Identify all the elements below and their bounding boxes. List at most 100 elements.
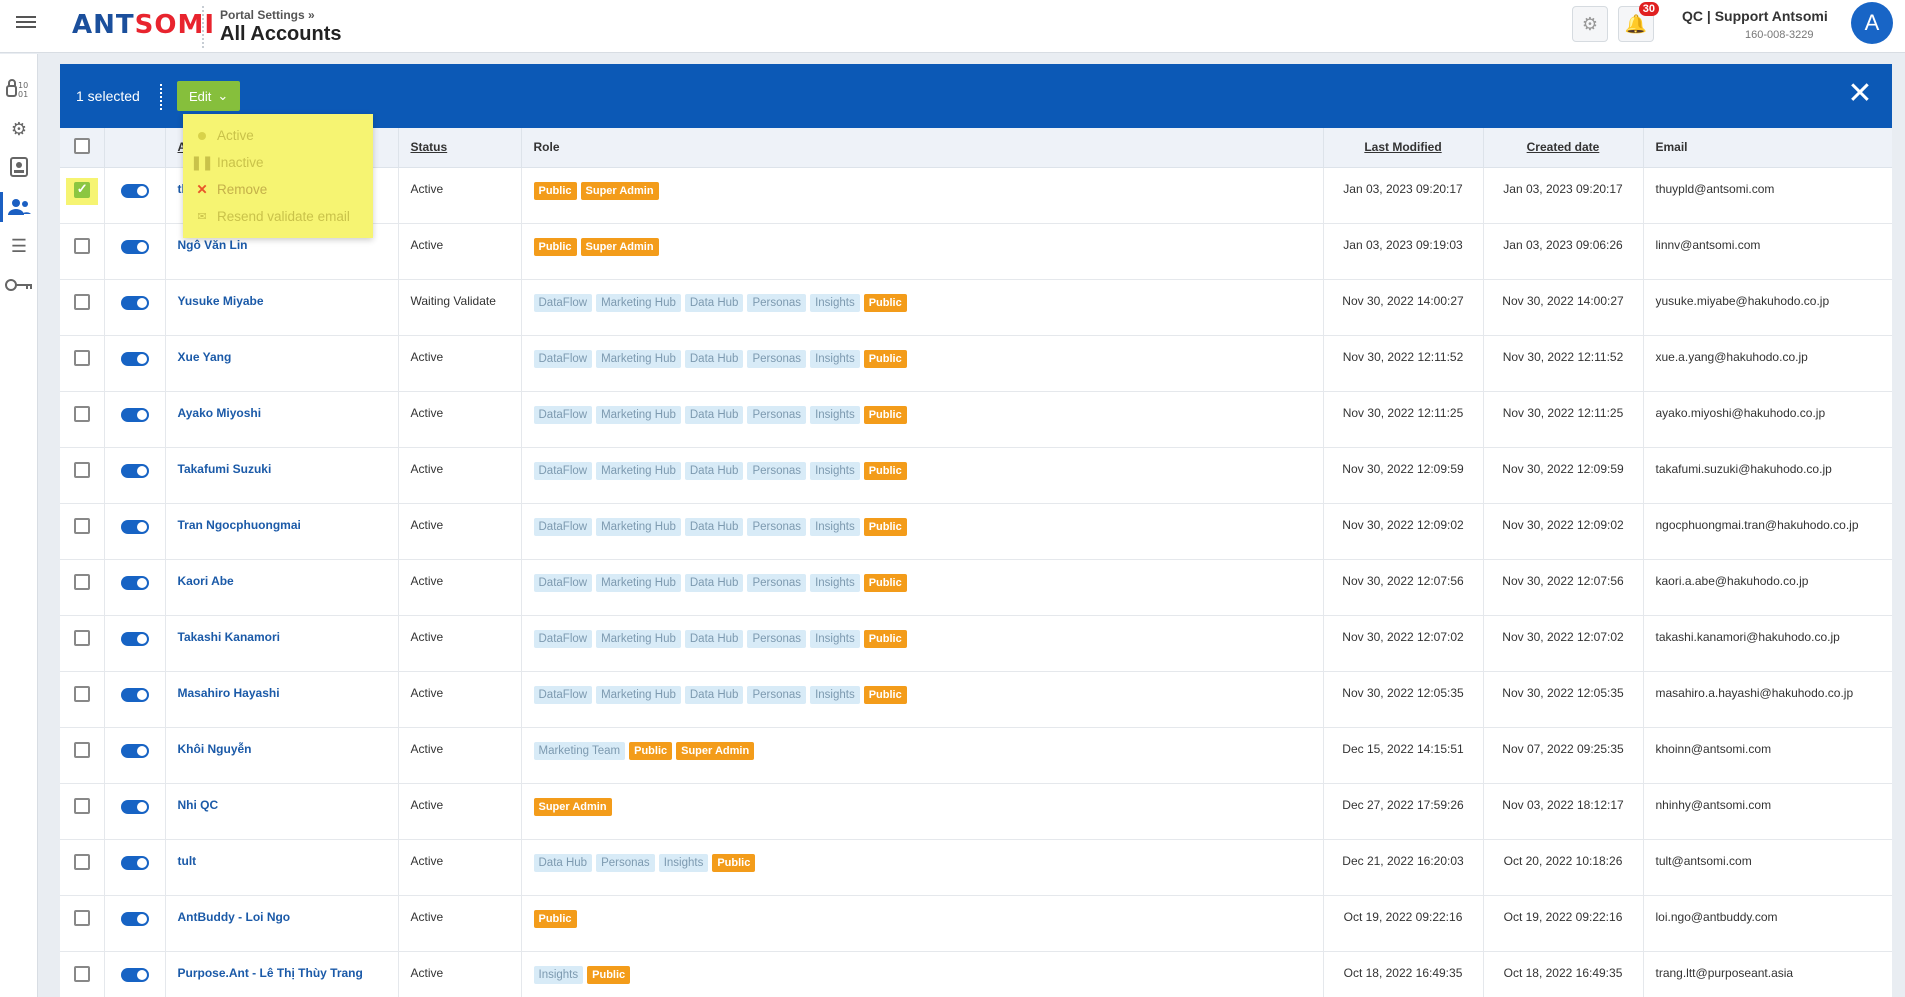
notification-badge: 30 — [1638, 2, 1659, 16]
table-row[interactable]: Ayako Miyoshi Active DataFlow Marketing H… — [60, 391, 1892, 448]
role-tags: Data Hub Personas Insights Public — [533, 853, 1311, 872]
table-row[interactable]: Masahiro Hayashi Active DataFlow Marketin… — [60, 671, 1892, 728]
table-row[interactable]: Xue Yang Active DataFlow Marketing Hub Dat… — [60, 335, 1892, 392]
edit-dropdown-button[interactable]: Edit ⌄ — [177, 81, 241, 111]
row-checkbox[interactable] — [73, 349, 90, 366]
table-row[interactable]: Takafumi Suzuki Active DataFlow Marketing… — [60, 447, 1892, 504]
last-modified-cell: Jan 03, 2023 09:20:17 — [1323, 167, 1484, 224]
table-row[interactable]: Tran Ngocphuongmai Active DataFlow Market… — [60, 503, 1892, 560]
table-row[interactable]: AntBuddy - Loi Ngo Active Public Oct 19,… — [60, 895, 1892, 952]
account-name-link[interactable]: Purpose.Ant - Lê Thị Thùy Trang — [178, 966, 363, 980]
role-tag: DataFlow — [533, 349, 593, 368]
active-toggle[interactable] — [120, 967, 149, 982]
row-checkbox[interactable] — [73, 573, 90, 590]
row-checkbox[interactable] — [73, 797, 90, 814]
status-cell: Active — [398, 839, 522, 896]
role-tag: Public — [863, 293, 907, 312]
row-checkbox[interactable] — [73, 853, 90, 870]
bell-icon: 🔔 — [1624, 13, 1648, 34]
row-checkbox[interactable] — [73, 741, 90, 758]
menu-icon[interactable] — [14, 13, 38, 33]
email-column-header: Email — [1643, 128, 1892, 168]
account-name-link[interactable]: Kaori Abe — [178, 574, 234, 588]
account-name-link[interactable]: Yusuke Miyabe — [178, 294, 264, 308]
role-tag: Marketing Hub — [596, 293, 681, 312]
active-toggle[interactable] — [120, 631, 149, 646]
table-row[interactable]: Nhi QC Active Super Admin Dec 27, 2022 1… — [60, 783, 1892, 840]
row-checkbox[interactable] — [73, 909, 90, 926]
last-modified-column-header[interactable]: Last Modified — [1323, 128, 1484, 168]
row-checkbox[interactable] — [73, 181, 90, 198]
settings-gears-icon[interactable]: ⚙ — [0, 112, 38, 146]
role-tags: DataFlow Marketing Hub Data Hub Personas Ins… — [533, 461, 1311, 480]
row-checkbox[interactable] — [73, 237, 90, 254]
table-row[interactable]: Purpose.Ant - Lê Thị Thùy Trang Active I… — [60, 951, 1892, 997]
row-checkbox[interactable] — [73, 517, 90, 534]
account-name-link[interactable]: Takafumi Suzuki — [178, 462, 272, 476]
role-tags: DataFlow Marketing Hub Data Hub Personas Ins… — [533, 685, 1311, 704]
account-name-link[interactable]: Ngô Văn Lin — [178, 238, 248, 252]
role-tag: Data Hub — [684, 349, 744, 368]
active-toggle[interactable] — [120, 183, 149, 198]
active-toggle[interactable] — [120, 743, 149, 758]
row-checkbox[interactable] — [73, 293, 90, 310]
role-tag: DataFlow — [533, 461, 593, 480]
list-icon[interactable]: ☰ — [0, 229, 38, 263]
account-name-link[interactable]: Nhi QC — [178, 798, 219, 812]
table-row[interactable]: Kaori Abe Active DataFlow Marketing Hub Da… — [60, 559, 1892, 616]
table-row[interactable]: Takashi Kanamori Active DataFlow Marketin… — [60, 615, 1892, 672]
active-toggle[interactable] — [120, 799, 149, 814]
account-name-link[interactable]: Ayako Miyoshi — [178, 406, 262, 420]
active-toggle[interactable] — [120, 687, 149, 702]
table-row[interactable]: Khôi Nguyễn Active Marketing Team Public S… — [60, 727, 1892, 784]
created-date-column-header[interactable]: Created date — [1483, 128, 1644, 168]
active-toggle[interactable] — [120, 351, 149, 366]
active-toggle[interactable] — [120, 575, 149, 590]
role-tag: Data Hub — [684, 629, 744, 648]
email-cell: thuypld@antsomi.com — [1643, 167, 1892, 224]
active-toggle[interactable] — [120, 911, 149, 926]
status-column-header[interactable]: Status — [398, 128, 522, 168]
account-name-cell: Takafumi Suzuki — [165, 447, 399, 504]
account-name-link[interactable]: AntBuddy - Loi Ngo — [178, 910, 291, 924]
users-icon[interactable] — [0, 190, 38, 224]
row-checkbox[interactable] — [73, 965, 90, 982]
data-icon[interactable]: 10 01 — [0, 72, 38, 106]
close-selection-button[interactable]: ✕ — [1842, 76, 1878, 112]
active-toggle[interactable] — [120, 239, 149, 254]
role-tag: Personas — [747, 517, 807, 536]
row-checkbox[interactable] — [73, 629, 90, 646]
row-checkbox[interactable] — [73, 461, 90, 478]
table-row[interactable]: Yusuke Miyabe Waiting Validate DataFlow M… — [60, 279, 1892, 336]
key-icon[interactable] — [0, 268, 38, 302]
account-name-cell: tult — [165, 839, 399, 896]
account-name-link[interactable]: Khôi Nguyễn — [178, 742, 252, 756]
account-name[interactable]: QC | Support Antsomi — [1682, 8, 1828, 24]
settings-button[interactable]: ⚙ — [1572, 6, 1608, 42]
active-toggle[interactable] — [120, 855, 149, 870]
breadcrumb[interactable]: Portal Settings » — [220, 8, 315, 22]
notifications-button[interactable]: 🔔 30 — [1618, 2, 1659, 42]
active-toggle[interactable] — [120, 519, 149, 534]
contact-card-icon[interactable] — [0, 150, 38, 184]
account-name-link[interactable]: Takashi Kanamori — [178, 630, 280, 644]
table-row[interactable]: tult Active Data Hub Personas Insights Publ… — [60, 839, 1892, 896]
menu-item-resend-email[interactable]: ✉ Resend validate email — [183, 203, 373, 230]
account-name-link[interactable]: tult — [178, 854, 197, 868]
account-name-link[interactable]: Masahiro Hayashi — [178, 686, 280, 700]
active-toggle[interactable] — [120, 295, 149, 310]
active-toggle[interactable] — [120, 463, 149, 478]
menu-item-active[interactable]: Active — [183, 122, 373, 149]
row-checkbox[interactable] — [73, 685, 90, 702]
antsomi-logo[interactable]: ANTSOMI — [72, 10, 215, 40]
select-all-checkbox[interactable] — [73, 137, 90, 154]
role-tag: Insights — [810, 405, 860, 424]
avatar[interactable]: A — [1851, 2, 1893, 44]
row-checkbox[interactable] — [73, 405, 90, 422]
active-toggle[interactable] — [120, 407, 149, 422]
menu-item-remove[interactable]: ✕ Remove — [183, 176, 373, 203]
account-name-link[interactable]: Tran Ngocphuongmai — [178, 518, 301, 532]
checkbox-cell — [60, 391, 105, 448]
menu-item-inactive[interactable]: ❚❚ Inactive — [183, 149, 373, 176]
account-name-link[interactable]: Xue Yang — [178, 350, 232, 364]
